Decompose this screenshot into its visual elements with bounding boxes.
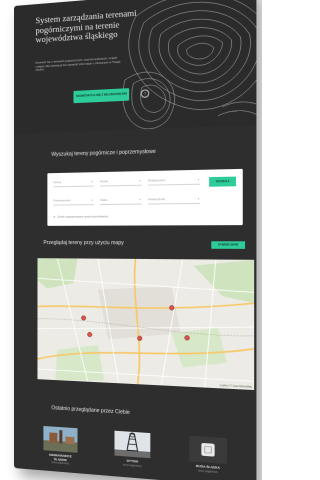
image-placeholder-icon [189, 436, 227, 464]
select-gmina-label: Gmina [53, 181, 61, 184]
advanced-options-link[interactable]: ✕ Zmień zaawansowane opcje wyszukiwania..… [53, 215, 110, 218]
hero-section: System zarządzania terenami pogórniczymi… [14, 0, 256, 134]
chevron-down-icon: ▾ [91, 197, 92, 204]
map-canvas[interactable]: Leaflet | © OpenStreetMap [37, 258, 254, 390]
search-button[interactable]: SZUKAJ [209, 177, 236, 187]
recent-card-bytom[interactable]: BYTOM teren pogórniczy [115, 431, 151, 469]
page-stage: System zarządzania terenami pogórniczymi… [0, 0, 262, 480]
select-powiat[interactable]: Powiat ▾ [100, 177, 142, 186]
recent-card-image [43, 426, 77, 453]
recent-card-image [115, 431, 151, 459]
chevron-down-icon: ▾ [198, 195, 199, 202]
search-form: Gmina ▾ Powiat ▾ Rodzaj terenu ▾ SZUKAJ … [47, 169, 242, 226]
select-przeznaczenie-label: Przeznaczenie [53, 199, 70, 202]
search-heading: Wyszukaj tereny pogórnicze i poprzemysło… [51, 149, 155, 158]
chevron-down-icon: ▾ [139, 177, 140, 184]
recent-card-image [189, 436, 227, 464]
chevron-down-icon: ▾ [91, 178, 92, 185]
chevron-down-icon: ▾ [139, 196, 140, 203]
select-gmina[interactable]: Gmina ▾ [53, 178, 93, 187]
open-map-button[interactable]: OTWÓRZ MAPĘ [211, 241, 245, 249]
select-rodzaj-terenu[interactable]: Rodzaj terenu ▾ [148, 176, 200, 185]
recent-card-siemianowice[interactable]: SIEMIANOWICE ŚLĄSKIE teren pogórniczy [43, 426, 77, 466]
select-status-label: Status [100, 199, 108, 202]
map-heading: Przeglądaj tereny przy użyciu mapy [43, 240, 123, 246]
close-icon: ✕ [53, 216, 55, 219]
advanced-options-label: Zmień zaawansowane opcje wyszukiwania... [58, 215, 110, 218]
select-powiat-label: Powiat [100, 180, 108, 183]
select-status[interactable]: Status ▾ [100, 196, 142, 205]
recent-card-ruda-slaska[interactable]: RUDA ŚLĄSKA teren pogórniczy [189, 436, 227, 475]
hero-description: Dowiedz się o terenach pogórniczych i po… [36, 56, 123, 72]
select-powierzchnia-label: Powierzchnia [148, 198, 165, 201]
app-screen: System zarządzania terenami pogórniczymi… [14, 0, 256, 480]
recent-heading: Ostatnio przeglądane przez Ciebie [51, 405, 130, 416]
chevron-down-icon: ▾ [198, 176, 199, 183]
contact-owner-button[interactable]: SKONTAKTUJ SIĘ Z WŁAŚCICIELEM [73, 88, 129, 103]
select-rodzaj-label: Rodzaj terenu [148, 179, 165, 182]
map-view[interactable]: Leaflet | © OpenStreetMap [37, 258, 254, 390]
select-powierzchnia[interactable]: Powierzchnia ▾ [148, 195, 200, 204]
select-przeznaczenie[interactable]: Przeznaczenie ▾ [53, 197, 93, 206]
